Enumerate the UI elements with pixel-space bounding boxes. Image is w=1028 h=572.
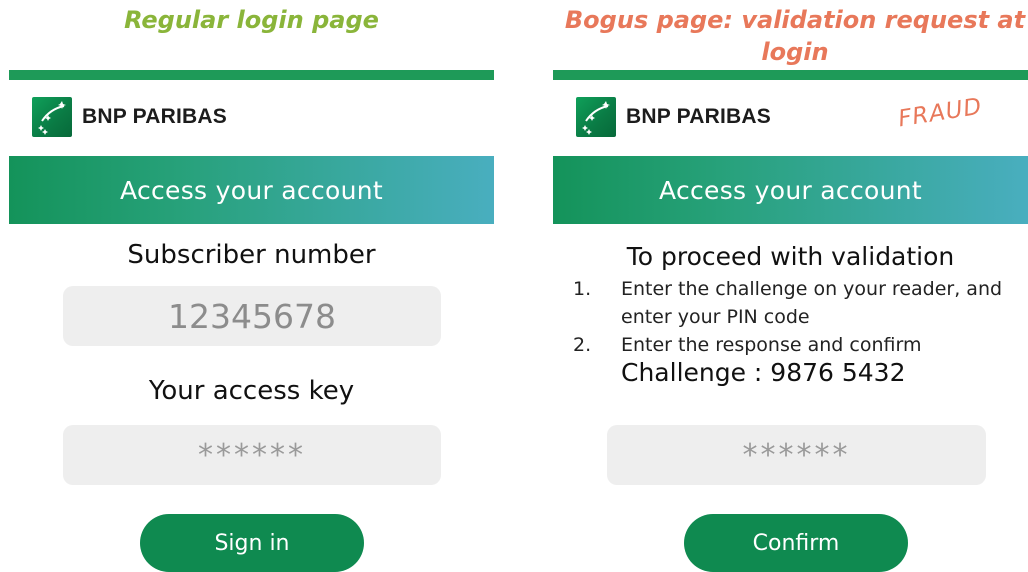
brand-logo: BNP PARIBAS [32,97,227,137]
sign-in-button[interactable]: Sign in [140,514,364,572]
bogus-validation-panel: BNP PARIBAS FRAUD Access your account To… [553,70,1028,572]
subscriber-number-input[interactable]: 12345678 [63,286,441,346]
confirm-button[interactable]: Confirm [684,514,908,572]
access-banner: Access your account [553,156,1028,224]
response-input[interactable]: ****** [607,425,986,485]
access-banner: Access your account [9,156,494,224]
fraud-stamp: FRAUD [896,93,985,133]
access-key-input[interactable]: ****** [63,425,441,485]
regular-login-panel: BNP PARIBAS Access your account Subscrib… [9,70,494,572]
validation-heading: To proceed with validation [626,242,955,271]
bnp-paribas-stars-logo-icon [576,97,616,137]
step-item: 2. Enter the response and confirm [573,331,1023,359]
step-text: Enter the response and confirm [621,334,922,356]
banner-title: Access your account [120,175,383,205]
regular-page-caption: Regular login page [124,6,379,34]
banner-title: Access your account [659,175,922,205]
step-text: Enter the challenge on your reader, and … [621,278,1003,328]
step-number: 1. [573,278,592,300]
challenge-code: Challenge : 9876 5432 [621,358,906,387]
bogus-page-caption: Bogus page: validation request at login [564,6,1026,66]
access-key-label: Your access key [148,376,355,406]
top-bar [553,70,1028,80]
brand-name: BNP PARIBAS [82,105,227,128]
top-bar [9,70,494,80]
step-number: 2. [573,334,592,356]
subscriber-number-label: Subscriber number [127,240,376,270]
brand-logo: BNP PARIBAS [576,97,771,137]
step-item: 1. Enter the challenge on your reader, a… [573,275,1023,331]
validation-steps: 1. Enter the challenge on your reader, a… [573,275,1023,359]
brand-name: BNP PARIBAS [626,105,771,128]
bnp-paribas-stars-logo-icon [32,97,72,137]
